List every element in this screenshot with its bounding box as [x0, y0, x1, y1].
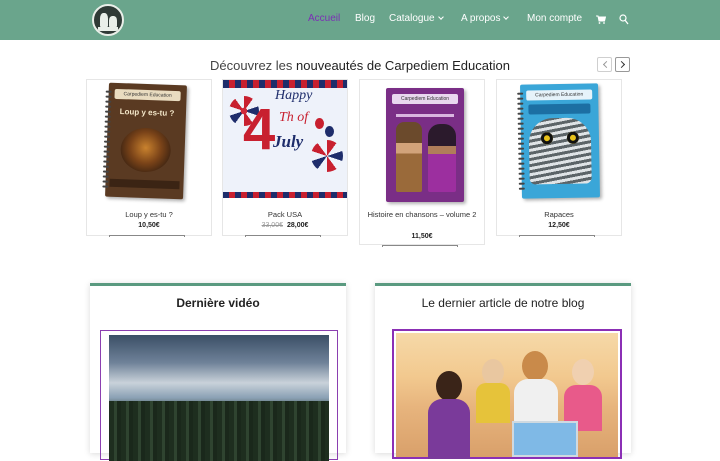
product-name[interactable]: Loup y es-tu ? [91, 209, 207, 220]
latest-video-title: Dernière vidéo [176, 296, 260, 310]
chevron-right-icon [617, 60, 626, 69]
pack-cover: Happy 4 Th of July [223, 80, 347, 198]
top-navigation-bar: Accueil Blog Catalogue A propos Mon comp… [0, 0, 720, 40]
owl-eye [540, 132, 554, 145]
product-image[interactable]: Carpediem Education [497, 80, 621, 204]
cover-title: Loup y es-tu ? [119, 107, 175, 118]
slider-prev-button[interactable] [597, 57, 612, 72]
nav-item-a-propos-label: A propos [461, 13, 501, 24]
nav-item-mon-compte[interactable]: Mon compte [527, 13, 582, 24]
product-name[interactable]: Histoire en chansons – volume 2 [364, 209, 480, 220]
add-to-cart-button[interactable] [519, 235, 595, 237]
product-card[interactable]: Carpediem Education Rapaces 12,50€ [496, 79, 622, 237]
cover-subtitle-line [396, 114, 454, 117]
heading-highlight: nouveautés de Carpediem Education [296, 58, 510, 73]
product-name[interactable]: Rapaces [501, 209, 617, 220]
add-to-cart-button[interactable] [382, 245, 458, 247]
logo-icon[interactable] [92, 4, 124, 36]
cart-icon[interactable] [596, 15, 606, 24]
cover-brand: Carpediem Education [114, 88, 181, 102]
child-illustration [436, 371, 462, 401]
product-image[interactable]: Happy 4 Th of July [223, 80, 347, 204]
latest-blog-title: Le dernier article de notre blog [421, 296, 585, 310]
video-frame[interactable] [100, 330, 338, 461]
cover-brand: Carpediem Education [392, 94, 458, 104]
cover-title-banner [528, 103, 591, 115]
laptop-illustration [512, 421, 578, 457]
book-cover: Carpediem Education [386, 88, 464, 202]
add-to-cart-button[interactable] [109, 235, 185, 237]
video-thumbnail[interactable] [109, 335, 329, 461]
product-card[interactable]: Carpediem Education Histoire en chansons… [359, 79, 485, 247]
bunting-decoration [223, 80, 347, 88]
cover-brand: Carpediem Education [526, 89, 593, 101]
book-cover: Carpediem Education [517, 83, 600, 199]
product-price: 33,00€ 28,00€ [223, 222, 347, 229]
nav-item-catalogue-label: Catalogue [389, 13, 435, 24]
child-illustration [572, 359, 594, 385]
sale-price: 28,00€ [287, 222, 309, 229]
singer-illustration [396, 122, 422, 192]
chevron-down-icon [437, 14, 444, 20]
spiral-binding [517, 92, 525, 193]
product-card[interactable]: Carpediem Education Loup y es-tu ? Loup … [86, 79, 212, 237]
child-illustration [428, 399, 470, 459]
cover-number: 4 [243, 97, 276, 162]
cover-july: July [273, 132, 304, 151]
product-image[interactable]: Carpediem Education Loup y es-tu ? [87, 80, 211, 204]
search-icon[interactable] [619, 14, 629, 25]
blog-image-frame[interactable] [392, 329, 622, 459]
latest-video-panel: Dernière vidéo [90, 283, 346, 461]
chevron-left-icon [602, 60, 611, 69]
nav-item-accueil[interactable]: Accueil [308, 13, 340, 24]
nav-item-blog[interactable]: Blog [355, 13, 375, 24]
owl-eye [566, 131, 580, 144]
product-price: 11,50€ [411, 233, 433, 240]
cover-footer [109, 178, 180, 190]
spiral-binding [102, 90, 112, 191]
product-image[interactable]: Carpediem Education [360, 80, 484, 204]
book-cover: Carpediem Education Loup y es-tu ? [102, 82, 187, 200]
cover-th-of: Th of [279, 110, 309, 125]
blog-thumbnail[interactable] [396, 333, 618, 459]
child-illustration [476, 383, 510, 423]
cover-happy: Happy [275, 88, 313, 103]
owl-illustration [528, 117, 592, 185]
teacher-illustration [522, 351, 548, 381]
forest-treeline [109, 401, 329, 461]
old-price: 33,00€ [261, 222, 283, 229]
singer-illustration [428, 124, 456, 192]
balloon-decoration [325, 126, 334, 137]
new-products-heading: Découvrez les nouveautés de Carpediem Ed… [0, 58, 720, 73]
firework-decoration [311, 140, 343, 172]
balloon-decoration [315, 118, 324, 129]
child-illustration [482, 359, 504, 385]
wolf-illustration [119, 127, 172, 173]
nav-item-catalogue[interactable]: Catalogue [389, 13, 444, 24]
latest-blog-panel: Le dernier article de notre blog [375, 283, 631, 459]
chevron-down-icon [503, 14, 510, 20]
product-price: 10,50€ [138, 222, 160, 229]
nav-item-a-propos[interactable]: A propos [461, 13, 510, 24]
product-price: 12,50€ [548, 222, 570, 229]
heading-prefix: Découvrez les [210, 58, 293, 73]
bottom-border-decoration [223, 192, 347, 198]
slider-next-button[interactable] [615, 57, 630, 72]
product-name[interactable]: Pack USA [227, 209, 343, 220]
add-to-cart-button[interactable] [245, 235, 321, 237]
product-card[interactable]: Happy 4 Th of July Pack USA 33,00€ 28,00€ [222, 79, 348, 237]
